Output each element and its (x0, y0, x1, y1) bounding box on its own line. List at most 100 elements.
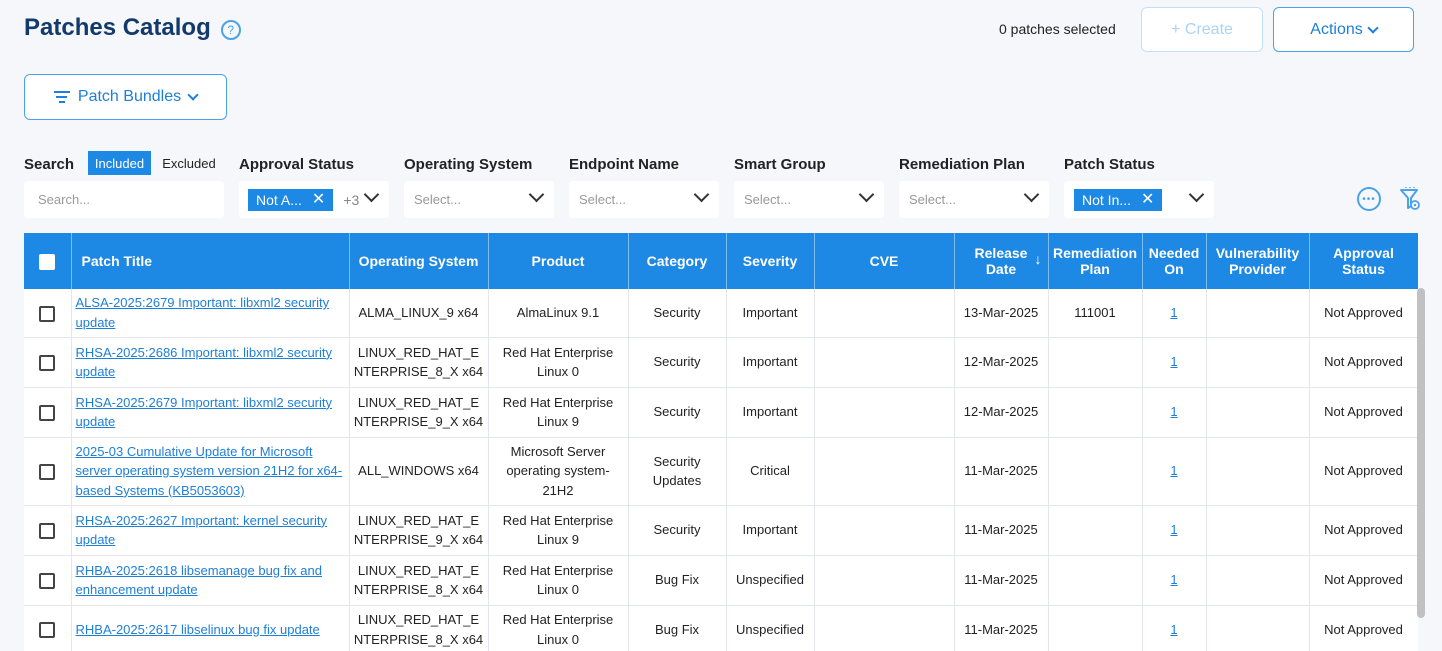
cve-cell (814, 289, 955, 338)
create-button[interactable]: + Create (1141, 7, 1263, 52)
product-cell: Red Hat Enterprise Linux 0 (488, 555, 629, 606)
help-icon[interactable]: ? (220, 20, 241, 40)
approval-status-cell: Not Approved (1309, 437, 1418, 506)
patch-title-link[interactable]: RHSA-2025:2686 Important: libxml2 securi… (76, 345, 333, 380)
needed-on-cell: 1 (1142, 555, 1207, 606)
patch-title-link[interactable]: RHSA-2025:2627 Important: kernel securit… (76, 513, 327, 548)
patch-title-link[interactable]: 2025-03 Cumulative Update for Microsoft … (76, 444, 343, 498)
patch-title-link[interactable]: RHBA-2025:2617 libselinux bug fix update (76, 622, 320, 637)
needed-on-link[interactable]: 1 (1170, 404, 1177, 419)
row-select-cell (24, 337, 72, 388)
severity-cell: Important (726, 289, 815, 338)
excluded-toggle[interactable]: Excluded (154, 151, 224, 175)
filter-settings-icon[interactable] (1399, 186, 1421, 212)
needed-on-link[interactable]: 1 (1170, 522, 1177, 537)
needed-on-link[interactable]: 1 (1170, 463, 1177, 478)
severity-cell: Unspecified (726, 605, 815, 651)
endpoint-name-label: Endpoint Name (569, 156, 680, 173)
row-checkbox[interactable] (39, 354, 56, 371)
table-scrollbar[interactable] (1417, 288, 1425, 618)
patch-title-cell: RHBA-2025:2617 libselinux bug fix update (71, 605, 350, 651)
table-row[interactable]: RHSA-2025:2679 Important: libxml2 securi… (24, 387, 1418, 438)
col-release-date[interactable]: Release Date ↓ (954, 233, 1049, 289)
approval-status-label: Approval Status (239, 156, 355, 173)
row-checkbox[interactable] (39, 404, 56, 421)
col-patch-title[interactable]: Patch Title (71, 233, 350, 289)
patch-title-cell: RHSA-2025:2627 Important: kernel securit… (71, 505, 350, 556)
table-row[interactable]: 2025-03 Cumulative Update for Microsoft … (24, 437, 1418, 506)
os-cell: ALL_WINDOWS x64 (349, 437, 489, 506)
smart-group-select[interactable]: Select... (734, 181, 884, 218)
search-input[interactable]: Search... (24, 181, 224, 218)
needed-on-link[interactable]: 1 (1170, 354, 1177, 369)
table-row[interactable]: RHBA-2025:2617 libselinux bug fix update… (24, 605, 1418, 651)
smartgroup-placeholder: Select... (744, 192, 791, 207)
patch-title-link[interactable]: RHSA-2025:2679 Important: libxml2 securi… (76, 395, 333, 430)
patch-title-link[interactable]: ALSA-2025:2679 Important: libxml2 securi… (76, 295, 330, 330)
included-toggle[interactable]: Included (88, 151, 151, 175)
row-checkbox[interactable] (39, 305, 56, 322)
patch-status-label: Patch Status (1064, 156, 1155, 173)
product-cell: Red Hat Enterprise Linux 0 (488, 605, 629, 651)
col-severity[interactable]: Severity (726, 233, 815, 289)
sort-arrow-icon[interactable]: ↓ (1035, 251, 1042, 267)
col-operating-system[interactable]: Operating System (349, 233, 489, 289)
col-cve[interactable]: CVE (814, 233, 955, 289)
table-row[interactable]: ALSA-2025:2679 Important: libxml2 securi… (24, 289, 1418, 338)
category-cell: Security (628, 337, 727, 388)
needed-on-link[interactable]: 1 (1170, 305, 1177, 320)
approval-more-count: +3 (343, 191, 360, 208)
endpoint-name-select[interactable]: Select... (569, 181, 719, 218)
cve-cell (814, 387, 955, 438)
chevron-down-icon (1023, 186, 1040, 206)
category-cell: Bug Fix (628, 605, 727, 651)
row-checkbox[interactable] (39, 522, 56, 539)
needed-on-link[interactable]: 1 (1170, 572, 1177, 587)
col-needed-on[interactable]: Needed On (1142, 233, 1207, 289)
col-approval-status[interactable]: Approval Status (1309, 233, 1418, 289)
remediation-plan-select[interactable]: Select... (899, 181, 1049, 218)
col-category[interactable]: Category (628, 233, 727, 289)
select-all-checkbox[interactable] (39, 253, 56, 270)
needed-on-link[interactable]: 1 (1170, 622, 1177, 637)
severity-cell: Important (726, 337, 815, 388)
patch-status-select[interactable]: Not In... ✕ (1064, 181, 1214, 218)
table-row[interactable]: RHBA-2025:2618 libsemanage bug fix and e… (24, 555, 1418, 606)
actions-label: Actions (1310, 20, 1363, 38)
category-cell: Security (628, 505, 727, 556)
product-cell: AlmaLinux 9.1 (488, 289, 629, 338)
close-icon[interactable]: ✕ (1141, 191, 1154, 208)
product-cell: Red Hat Enterprise Linux 0 (488, 337, 629, 388)
approval-status-cell: Not Approved (1309, 555, 1418, 606)
remediation-plan-cell: 111001 (1048, 289, 1143, 338)
patch-bundles-button[interactable]: Patch Bundles (24, 74, 227, 120)
close-icon[interactable]: ✕ (312, 191, 325, 208)
selected-count: 0 patches selected (999, 21, 1116, 37)
col-remediation-plan[interactable]: Remediation Plan (1048, 233, 1143, 289)
approval-status-cell: Not Approved (1309, 387, 1418, 438)
category-cell: Security Updates (628, 437, 727, 506)
approval-status-select[interactable]: Not A... ✕ +3 (239, 181, 389, 218)
vulnerability-provider-cell (1206, 555, 1310, 606)
operating-system-select[interactable]: Select... (404, 181, 554, 218)
row-checkbox[interactable] (39, 622, 56, 639)
patch-title-cell: 2025-03 Cumulative Update for Microsoft … (71, 437, 350, 506)
row-checkbox[interactable] (39, 572, 56, 589)
col-vulnerability-provider[interactable]: Vulnerability Provider (1206, 233, 1310, 289)
needed-on-cell: 1 (1142, 337, 1207, 388)
col-product[interactable]: Product (488, 233, 629, 289)
product-cell: Microsoft Server operating system-21H2 (488, 437, 629, 506)
table-row[interactable]: RHSA-2025:2627 Important: kernel securit… (24, 505, 1418, 556)
remediation-plan-cell (1048, 505, 1143, 556)
page-title-text: Patches Catalog (24, 14, 211, 41)
smart-group-label: Smart Group (734, 156, 826, 173)
row-select-cell (24, 555, 72, 606)
severity-cell: Important (726, 387, 815, 438)
patch-title-link[interactable]: RHBA-2025:2618 libsemanage bug fix and e… (76, 563, 322, 598)
table-row[interactable]: RHSA-2025:2686 Important: libxml2 securi… (24, 337, 1418, 388)
os-cell: LINUX_RED_HAT_ENTERPRISE_8_X x64 (349, 605, 489, 651)
needed-on-cell: 1 (1142, 437, 1207, 506)
actions-button[interactable]: Actions (1273, 7, 1414, 52)
row-checkbox[interactable] (39, 463, 56, 480)
more-options-icon[interactable]: ••• (1357, 187, 1381, 211)
